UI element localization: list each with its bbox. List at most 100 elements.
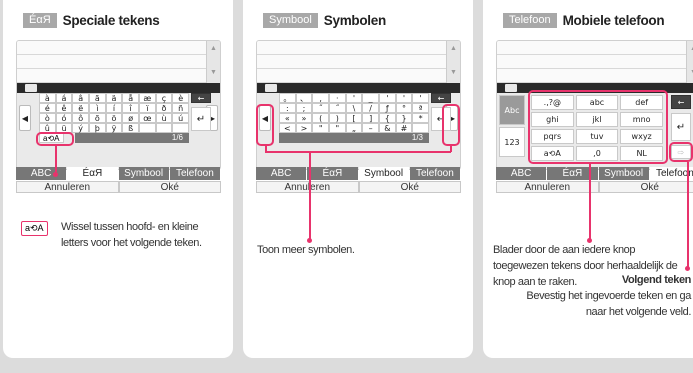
symbol-key[interactable]: # bbox=[395, 123, 413, 133]
char-key[interactable]: é bbox=[39, 103, 56, 113]
symbol-key[interactable]: * bbox=[412, 113, 429, 123]
symbol-key[interactable]: ° bbox=[395, 103, 413, 113]
symbol-key[interactable]: „ bbox=[345, 123, 363, 133]
text-input-area[interactable] bbox=[17, 41, 206, 83]
ok-button[interactable]: Oké bbox=[118, 181, 221, 193]
symbol-key[interactable]: [ bbox=[345, 113, 363, 123]
abc-key[interactable]: Abc bbox=[499, 95, 525, 125]
tab-abc[interactable]: ABC bbox=[16, 167, 67, 180]
char-key[interactable]: æ bbox=[138, 93, 156, 103]
symbol-key[interactable]: ; bbox=[295, 103, 313, 113]
book-icon[interactable] bbox=[265, 84, 277, 92]
symbol-key[interactable]: ] bbox=[362, 113, 379, 123]
symbol-key[interactable]: & bbox=[378, 123, 396, 133]
char-key[interactable]: õ bbox=[88, 113, 106, 123]
tab-symbol[interactable]: Symbool bbox=[118, 167, 169, 180]
char-key[interactable]: à bbox=[39, 93, 56, 103]
scrollbar[interactable]: ▲▼ bbox=[206, 41, 220, 83]
enter-button[interactable]: ↵ bbox=[671, 113, 691, 141]
char-key[interactable]: á bbox=[55, 93, 73, 103]
char-key[interactable]: ë bbox=[72, 103, 89, 113]
symbol-key[interactable]: ' bbox=[412, 93, 429, 103]
scrollbar[interactable]: ▲▼ bbox=[446, 41, 460, 83]
tab-symbol[interactable]: Symbool bbox=[358, 167, 409, 180]
backspace-button[interactable]: ← bbox=[431, 93, 451, 103]
symbol-key[interactable]: , bbox=[312, 93, 329, 103]
symbol-key[interactable]: ƒ bbox=[378, 103, 396, 113]
char-key[interactable]: ð bbox=[155, 103, 173, 113]
char-key[interactable]: è bbox=[172, 93, 189, 103]
char-key[interactable]: î bbox=[122, 103, 139, 113]
symbol-key[interactable]: » bbox=[295, 113, 313, 123]
char-key[interactable]: í bbox=[105, 103, 123, 113]
symbol-key[interactable]: " bbox=[312, 123, 329, 133]
symbol-key[interactable]: " bbox=[328, 123, 346, 133]
char-key[interactable]: ù bbox=[155, 113, 173, 123]
tab-phone[interactable]: Telefoon bbox=[409, 167, 460, 180]
char-key[interactable]: ñ bbox=[172, 103, 189, 113]
char-key[interactable]: ò bbox=[39, 113, 56, 123]
symbol-key[interactable]: ( bbox=[312, 113, 329, 123]
backspace-button[interactable]: ← bbox=[191, 93, 211, 103]
tab-symbol[interactable]: Symbool bbox=[598, 167, 649, 180]
char-key[interactable]: ä bbox=[105, 93, 123, 103]
char-key[interactable]: ç bbox=[155, 93, 173, 103]
symbol-key[interactable]: { bbox=[378, 113, 396, 123]
symbol-key[interactable]: _ bbox=[362, 93, 379, 103]
scroll-down-icon[interactable]: ▼ bbox=[210, 69, 217, 76]
tab-special[interactable]: ÉαЯ bbox=[307, 167, 358, 180]
char-key[interactable]: ÿ bbox=[105, 123, 123, 133]
char-key[interactable]: œ bbox=[138, 113, 156, 123]
symbol-key[interactable]: ' bbox=[378, 93, 396, 103]
cancel-button[interactable]: Annuleren bbox=[496, 181, 599, 193]
tab-abc[interactable]: ABC bbox=[256, 167, 307, 180]
symbol-key[interactable]: ˝ bbox=[312, 103, 329, 113]
scroll-down-icon[interactable]: ▼ bbox=[450, 69, 457, 76]
symbol-key[interactable]: ' bbox=[395, 93, 413, 103]
backspace-button[interactable]: ← bbox=[671, 95, 691, 109]
symbol-key[interactable]: 。 bbox=[279, 93, 296, 103]
char-key[interactable]: þ bbox=[88, 123, 106, 133]
char-key[interactable]: ì bbox=[88, 103, 106, 113]
char-key[interactable]: ý bbox=[72, 123, 89, 133]
ok-button[interactable]: Oké bbox=[358, 181, 461, 193]
symbol-key[interactable]: : bbox=[279, 103, 296, 113]
char-key[interactable]: ú bbox=[172, 113, 189, 123]
cancel-button[interactable]: Annuleren bbox=[16, 181, 119, 193]
symbol-key[interactable]: > bbox=[295, 123, 313, 133]
symbol-key[interactable]: < bbox=[279, 123, 296, 133]
symbol-key[interactable]: / bbox=[362, 103, 379, 113]
book-icon[interactable] bbox=[505, 84, 517, 92]
symbol-key[interactable]: ˝ bbox=[328, 103, 346, 113]
char-key[interactable]: å bbox=[122, 93, 139, 103]
123-key[interactable]: 123 bbox=[499, 127, 525, 157]
ok-button[interactable]: Oké bbox=[598, 181, 693, 193]
symbol-key[interactable]: } bbox=[395, 113, 413, 123]
symbol-key[interactable]: – bbox=[362, 123, 379, 133]
symbol-key[interactable]: \ bbox=[345, 103, 363, 113]
cancel-button[interactable]: Annuleren bbox=[256, 181, 359, 193]
prev-page-button[interactable]: ◀ bbox=[19, 105, 31, 131]
symbol-key[interactable]: · bbox=[328, 93, 346, 103]
symbol-key[interactable]: ) bbox=[328, 113, 346, 123]
tab-phone[interactable]: Telefoon bbox=[169, 167, 220, 180]
scrollbar[interactable]: ▲▼ bbox=[686, 41, 693, 83]
text-input-area[interactable] bbox=[257, 41, 446, 83]
tab-special[interactable]: ÉαЯ bbox=[67, 167, 118, 180]
char-key[interactable]: ê bbox=[55, 103, 73, 113]
char-key[interactable]: ó bbox=[55, 113, 73, 123]
symbol-key[interactable]: ' bbox=[345, 93, 363, 103]
char-key[interactable]: â bbox=[72, 93, 89, 103]
symbol-key[interactable]: ª bbox=[412, 103, 429, 113]
char-key[interactable]: ß bbox=[122, 123, 139, 133]
char-key[interactable]: ô bbox=[72, 113, 89, 123]
char-key[interactable]: ö bbox=[105, 113, 123, 123]
enter-button[interactable]: ↵ bbox=[191, 107, 211, 131]
char-key[interactable]: ã bbox=[88, 93, 106, 103]
text-input-area[interactable] bbox=[497, 41, 686, 83]
scroll-up-icon[interactable]: ▲ bbox=[210, 45, 217, 52]
char-key[interactable]: ï bbox=[138, 103, 156, 113]
tab-abc[interactable]: ABC bbox=[496, 167, 547, 180]
book-icon[interactable] bbox=[25, 84, 37, 92]
symbol-key[interactable]: 、 bbox=[295, 93, 313, 103]
